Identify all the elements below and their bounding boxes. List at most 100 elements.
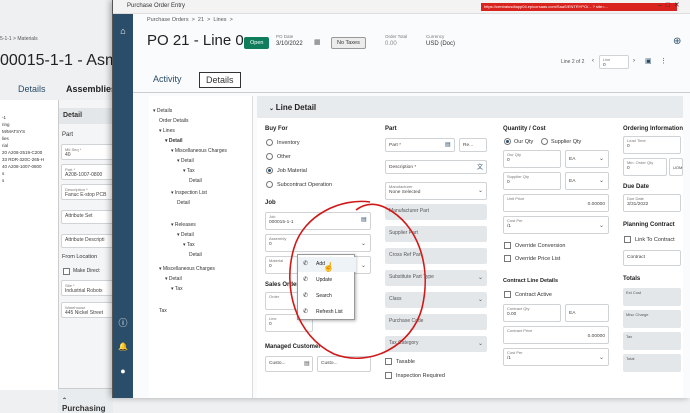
home-icon[interactable]: ⌂ xyxy=(113,26,133,36)
radio-other[interactable] xyxy=(266,153,273,160)
more-icon[interactable]: ⋮ xyxy=(660,57,667,65)
tree-item[interactable]: ▾ Detail xyxy=(177,232,194,238)
bg-tree-item[interactable]: M/MATSYS xyxy=(2,128,56,135)
calendar-icon[interactable]: ▦ xyxy=(314,38,321,46)
bg-attribute-set-field[interactable]: Attribute Set xyxy=(61,210,113,224)
bg-tab-details[interactable]: Details xyxy=(18,84,46,94)
bg-tree-item[interactable]: ring xyxy=(2,121,56,128)
quantity-cost-heading: Quantity / Cost xyxy=(503,126,546,132)
close-icon[interactable]: ✕ xyxy=(674,2,680,9)
minimize-icon[interactable]: – xyxy=(658,2,662,9)
tree-item[interactable]: Detail xyxy=(189,252,202,258)
bg-purchasing-section[interactable]: ⌃ Purchasing xyxy=(58,388,113,413)
save-icon[interactable]: ▣ xyxy=(645,57,652,65)
po-date-value: 3/10/2022 xyxy=(276,41,303,47)
contract-cost-per-chevron-down-icon[interactable]: ⌄ xyxy=(599,354,604,361)
bg-from-location: From Location xyxy=(62,254,98,260)
revision-field[interactable]: Re... xyxy=(459,138,487,152)
job-heading: Job xyxy=(265,200,276,206)
tree-item[interactable]: ▾ Tax xyxy=(171,286,183,292)
substitute-chevron-down-icon[interactable]: ⌄ xyxy=(478,274,483,281)
tree-item[interactable]: ▾ Detail xyxy=(165,276,182,282)
contract-active-checkbox[interactable] xyxy=(504,291,511,298)
tree-item[interactable]: Tax xyxy=(159,308,167,314)
contract-cost-per-field[interactable]: Cost Per/1 xyxy=(503,348,609,366)
tree-item[interactable]: ▾ Tax xyxy=(183,242,195,248)
crumb-lines[interactable]: Lines xyxy=(213,17,226,23)
radio-inventory[interactable] xyxy=(266,139,273,146)
line-prev-icon[interactable]: ‹ xyxy=(592,58,594,64)
bg-tree-item[interactable]: -1 xyxy=(2,114,56,121)
tree-item[interactable]: Detail xyxy=(177,200,190,206)
crumb-purchase-orders[interactable]: Purchase Orders xyxy=(147,17,189,23)
bg-make-direct-checkbox[interactable] xyxy=(63,268,70,275)
radio-job-material[interactable] xyxy=(266,167,273,174)
radio-job-material-label: Job Material xyxy=(277,168,307,174)
lead-time-field[interactable]: Lead Time 0 xyxy=(623,136,681,154)
tab-activity[interactable]: Activity xyxy=(147,72,188,86)
cost-per-chevron-down-icon[interactable]: ⌄ xyxy=(599,222,604,229)
user-icon[interactable]: ● xyxy=(113,366,133,376)
override-conversion-checkbox[interactable] xyxy=(504,242,511,249)
bg-tree-item[interactable]: s xyxy=(2,170,56,177)
tree-item[interactable]: ▾ Detail xyxy=(177,158,194,164)
contract-qty-field[interactable]: Contract Qty 0.00 xyxy=(503,304,561,322)
our-qty-field[interactable]: Our Qty 0 xyxy=(503,150,561,168)
line-selector[interactable]: Line 0 xyxy=(599,55,629,69)
bg-tree-item[interactable]: 33 RDR-320C-265-H xyxy=(2,156,56,163)
tree-item-selected[interactable]: ▾ Detail xyxy=(165,138,183,144)
radio-subcontract[interactable] xyxy=(266,181,273,188)
unit-price-field[interactable]: Unit Price 0.00000 xyxy=(503,194,609,212)
tree-item[interactable]: ▾ Details xyxy=(153,108,172,114)
bg-mtl-seq-field[interactable]: Mtl Seq * 40 xyxy=(61,144,113,160)
supplier-qty-field[interactable]: Supplier Qty 0 xyxy=(503,172,561,190)
min-order-qty-field[interactable]: Min. Order Qty 0 xyxy=(623,158,667,176)
bg-warehouse-field[interactable]: Warehouse 445 Nickel Street xyxy=(61,302,113,318)
tree-item[interactable]: ▾ Tax xyxy=(183,168,195,174)
manufacturer-chevron-down-icon[interactable]: ⌄ xyxy=(478,187,483,194)
inspection-required-checkbox[interactable] xyxy=(385,372,392,379)
bg-tree-item[interactable]: 20 A208-2519-C200 xyxy=(2,149,56,156)
bg-part-field[interactable]: Part * A208-1007-0800 xyxy=(61,164,113,180)
cost-per-field[interactable]: Cost Per/1 xyxy=(503,216,609,234)
tree-item[interactable]: ▾ Miscellaneous Charges xyxy=(171,148,227,154)
radio-supplier-qty[interactable] xyxy=(541,138,548,145)
bg-tree-item[interactable]: lies xyxy=(2,135,56,142)
override-price-list-checkbox[interactable] xyxy=(504,255,511,262)
tree-item[interactable]: ▾ Releases xyxy=(171,222,196,228)
crumb-po-21[interactable]: 21 xyxy=(198,17,204,23)
bg-tree-item[interactable]: s xyxy=(2,177,56,184)
our-uom-chevron-down-icon[interactable]: ⌄ xyxy=(599,155,604,162)
info-icon[interactable]: ⓘ xyxy=(113,316,133,329)
bg-site-field[interactable]: Site * Industrial Robotx xyxy=(61,280,113,296)
maximize-icon[interactable]: □ xyxy=(666,2,670,9)
bg-description-field[interactable]: Description * Fanuc E-stop PCB xyxy=(61,184,113,200)
bg-tree-item[interactable]: 40 A208-1007-0800 xyxy=(2,163,56,170)
tree-item[interactable]: Detail xyxy=(189,178,202,184)
translate-icon[interactable]: 文 xyxy=(477,162,483,171)
supplier-uom-chevron-down-icon[interactable]: ⌄ xyxy=(599,177,604,184)
bg-attribute-desc-field[interactable]: Attribute Descripti xyxy=(61,234,113,248)
part-search-icon[interactable]: ▤ xyxy=(445,141,451,148)
tax-category-chevron-down-icon[interactable]: ⌄ xyxy=(478,340,483,347)
class-chevron-down-icon[interactable]: ⌄ xyxy=(478,296,483,303)
tree-item[interactable]: ▾ Miscellaneous Charges xyxy=(159,266,215,272)
add-icon[interactable]: ⊕ xyxy=(673,36,681,47)
tab-details[interactable]: Details xyxy=(199,72,241,88)
due-date-field[interactable]: Due Date 3/31/2022 xyxy=(623,194,681,212)
contract-price-field[interactable]: Contract Price 0.00000 xyxy=(503,326,609,344)
link-to-contract-checkbox[interactable] xyxy=(624,236,631,243)
uom-field[interactable]: UOM xyxy=(669,158,683,176)
contract-field[interactable]: Contract xyxy=(623,250,681,266)
radio-our-qty[interactable] xyxy=(504,138,511,145)
line-detail-header[interactable]: ⌄ Line Detail xyxy=(257,96,683,118)
description-field[interactable]: Description * xyxy=(385,160,487,174)
line-next-icon[interactable]: › xyxy=(633,58,635,64)
contract-uom-field[interactable]: EA xyxy=(565,304,609,322)
bg-tab-assemblies[interactable]: Assemblies xyxy=(66,84,116,94)
notification-icon[interactable]: 🔔 xyxy=(113,342,133,351)
tree-item[interactable]: ▾ Inspection List xyxy=(171,190,207,196)
tree-item[interactable]: Order Details xyxy=(159,118,188,124)
tree-item[interactable]: ▾ Lines xyxy=(159,128,175,134)
bg-tree-item[interactable]: rial xyxy=(2,142,56,149)
